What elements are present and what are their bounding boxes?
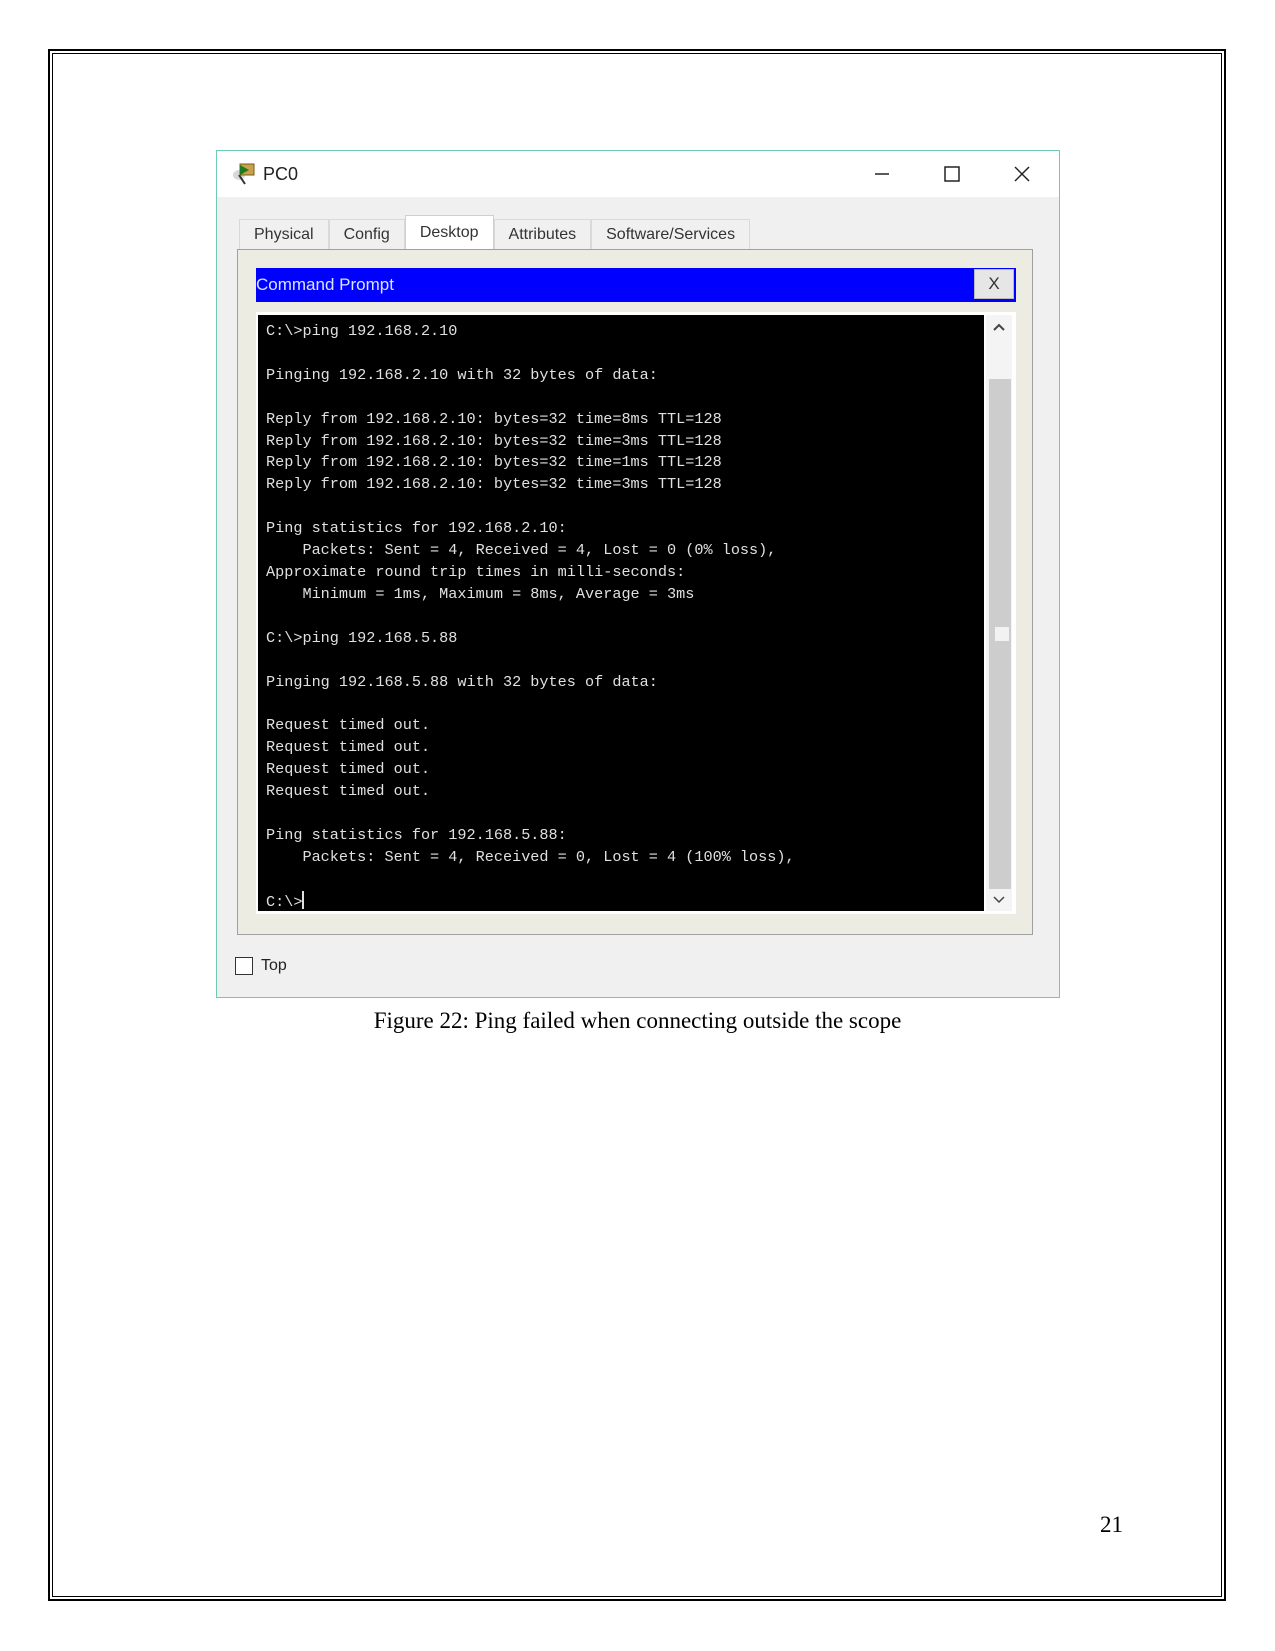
tab-software-services[interactable]: Software/Services — [591, 219, 751, 249]
scroll-down-button[interactable] — [986, 889, 1012, 911]
title-bar: PC0 — [217, 151, 1059, 197]
pc-app-icon — [233, 163, 255, 185]
terminal-lines: C:\>ping 192.168.2.10 Pinging 192.168.2.… — [266, 322, 795, 866]
maximize-icon — [944, 166, 960, 182]
window-title: PC0 — [263, 164, 299, 184]
close-icon — [1014, 166, 1030, 182]
tab-attributes[interactable]: Attributes — [493, 219, 592, 249]
command-prompt-close-button[interactable]: X — [974, 269, 1014, 299]
scroll-up-button[interactable] — [986, 315, 1012, 379]
tab-desktop[interactable]: Desktop — [404, 215, 494, 249]
scroll-track[interactable] — [989, 379, 1011, 889]
desktop-panel: Command Prompt X C:\>ping 192.168.2.10 P… — [237, 249, 1033, 935]
vertical-scrollbar[interactable] — [986, 315, 1012, 911]
minimize-icon — [875, 173, 889, 175]
top-checkbox[interactable] — [235, 957, 253, 975]
terminal-frame: C:\>ping 192.168.2.10 Pinging 192.168.2.… — [256, 312, 1016, 914]
terminal-prompt: C:\> — [266, 892, 303, 911]
top-checkbox-label: Top — [261, 957, 287, 974]
scroll-thumb[interactable] — [995, 627, 1009, 641]
text-cursor — [302, 890, 305, 909]
tab-bar: Physical Config Desktop Attributes Softw… — [239, 215, 751, 249]
tab-config[interactable]: Config — [328, 219, 405, 249]
figure-caption: Figure 22: Ping failed when connecting o… — [373, 1008, 902, 1033]
page-number: 21 — [1100, 1512, 1123, 1537]
chevron-up-icon — [993, 323, 1005, 331]
command-prompt-header: Command Prompt X — [256, 268, 1016, 302]
terminal-output[interactable]: C:\>ping 192.168.2.10 Pinging 192.168.2.… — [258, 315, 984, 911]
top-checkbox-row[interactable]: Top — [235, 957, 287, 975]
command-prompt-title: Command Prompt — [256, 275, 394, 294]
tab-physical[interactable]: Physical — [239, 219, 329, 249]
minimize-button[interactable] — [847, 151, 917, 197]
maximize-button[interactable] — [917, 151, 987, 197]
chevron-down-icon — [993, 896, 1005, 904]
close-button[interactable] — [987, 151, 1057, 197]
pc0-window: PC0 Physical Config Desktop Attributes S… — [216, 150, 1060, 998]
